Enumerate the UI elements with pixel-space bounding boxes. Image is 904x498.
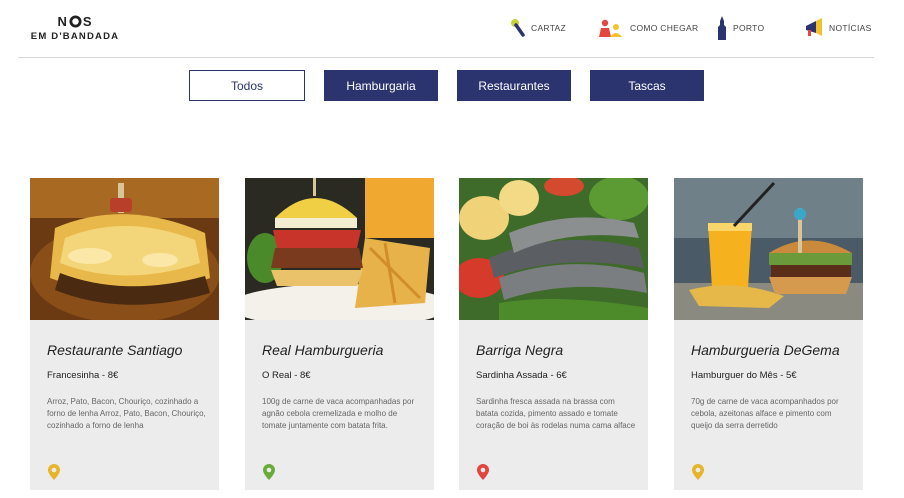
restaurant-card[interactable]: Hamburgueria DeGema Hamburguer do Mês - …: [674, 178, 863, 490]
filter-todos[interactable]: Todos: [189, 70, 305, 101]
location-pin-icon[interactable]: [263, 464, 275, 480]
nav-porto-label: PORTO: [733, 23, 765, 33]
filter-todos-label: Todos: [230, 78, 264, 93]
card-title[interactable]: Real Hamburgueria: [262, 342, 383, 358]
burger-juice-photo: [674, 178, 863, 320]
card-price: O Real - 8€: [262, 370, 311, 381]
grilled-sardines-photo: [459, 178, 648, 320]
card-price: Hamburguer do Mês - 5€: [691, 370, 797, 381]
filter-hamburgaria-label: Hamburgaria: [346, 78, 416, 93]
filter-restaurantes[interactable]: Restaurantes: [457, 70, 571, 101]
tower-icon: [718, 16, 726, 40]
location-pin-icon[interactable]: [692, 464, 704, 480]
card-description: 100g de carne de vaca acompanhadas por a…: [262, 397, 415, 430]
restaurant-card[interactable]: Real Hamburgueria O Real - 8€ 100g de ca…: [245, 178, 434, 490]
card-price: Sardinha Assada - 6€: [476, 370, 567, 381]
nav-porto[interactable]: PORTO: [716, 16, 764, 40]
header-divider: [18, 57, 874, 58]
card-title[interactable]: Hamburgueria DeGema: [691, 342, 840, 358]
logo-subtitle: EM D'BANDADA: [30, 31, 120, 42]
card-description: Arroz, Pato, Bacon, Chouriço, cozinhado …: [47, 397, 206, 430]
card-description: Sardinha fresca assada na brassa com bat…: [476, 397, 636, 430]
restaurant-card[interactable]: Barriga Negra Sardinha Assada - 6€ Sardi…: [459, 178, 648, 490]
filter-hamburgaria[interactable]: Hamburgaria: [324, 70, 438, 101]
logo-ring-icon: [69, 15, 82, 28]
nav-noticias-label: NOTÍCIAS: [829, 23, 872, 33]
restaurant-card[interactable]: Restaurante Santiago Francesinha - 8€ Ar…: [30, 178, 219, 490]
site-logo[interactable]: N S EM D'BANDADA: [30, 14, 120, 42]
card-price: Francesinha - 8€: [47, 370, 119, 381]
francesinha-photo: [30, 178, 219, 320]
card-description: 70g de carne de vaca acompanhados por ce…: [691, 397, 839, 430]
filter-restaurantes-label: Restaurantes: [478, 78, 550, 93]
filter-tascas-label: Tascas: [628, 78, 666, 93]
logo-letter-n: N: [57, 14, 68, 29]
nav-noticias[interactable]: NOTÍCIAS: [804, 16, 872, 40]
location-pin-icon[interactable]: [48, 464, 60, 480]
nav-como-chegar[interactable]: COMO CHEGAR: [597, 16, 698, 40]
nav-como-chegar-label: COMO CHEGAR: [630, 23, 699, 33]
megaphone-icon: [806, 18, 822, 36]
filter-tascas[interactable]: Tascas: [590, 70, 704, 101]
microphone-icon: [511, 19, 525, 37]
nav-cartaz-label: CARTAZ: [531, 23, 567, 33]
nav-cartaz[interactable]: CARTAZ: [510, 16, 566, 40]
card-title[interactable]: Barriga Negra: [476, 342, 563, 358]
location-pin-icon[interactable]: [477, 464, 489, 480]
people-icon: [599, 19, 622, 37]
site-header: N S EM D'BANDADA CARTAZ COMO CHEGAR PORT…: [0, 0, 904, 58]
burger-fries-photo: [245, 178, 434, 320]
card-title[interactable]: Restaurante Santiago: [47, 342, 182, 358]
logo-letter-s: S: [82, 14, 93, 29]
